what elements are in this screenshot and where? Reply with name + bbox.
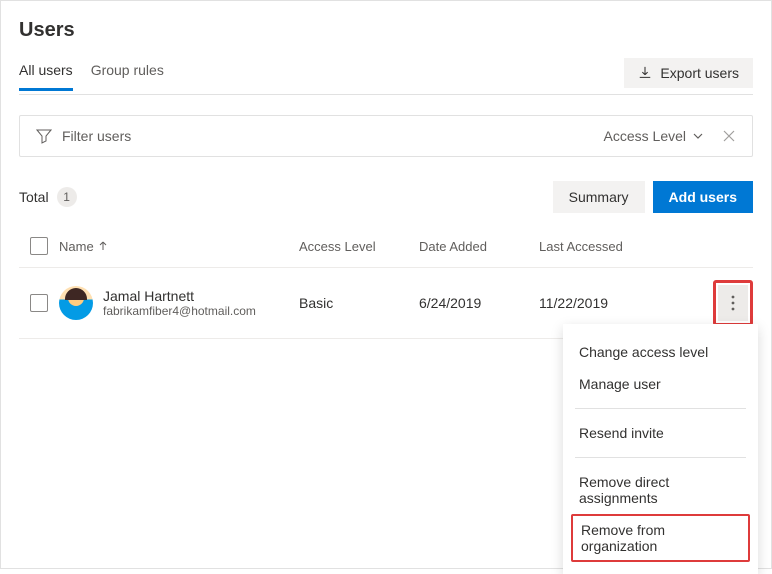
tab-group-rules[interactable]: Group rules [91, 62, 164, 91]
chevron-down-icon [692, 130, 704, 142]
user-name: Jamal Hartnett [103, 288, 256, 304]
column-last-accessed[interactable]: Last Accessed [539, 239, 659, 254]
users-table: Name Access Level Date Added Last Access… [19, 231, 753, 339]
menu-resend-invite[interactable]: Resend invite [563, 417, 758, 449]
row-checkbox[interactable] [30, 294, 48, 312]
filter-icon [36, 128, 52, 144]
download-icon [638, 66, 652, 80]
filter-bar: Filter users Access Level [19, 115, 753, 157]
access-level-label: Access Level [604, 128, 686, 144]
avatar [59, 286, 93, 320]
select-all-checkbox[interactable] [30, 237, 48, 255]
menu-remove-direct-assignments[interactable]: Remove direct assignments [563, 466, 758, 514]
page-title: Users [19, 19, 753, 42]
cell-last-accessed: 11/22/2019 [539, 295, 659, 311]
export-users-button[interactable]: Export users [624, 58, 753, 88]
column-date-added[interactable]: Date Added [419, 239, 539, 254]
tab-all-users[interactable]: All users [19, 62, 73, 91]
menu-separator [575, 408, 746, 409]
more-vertical-icon [731, 295, 735, 311]
cell-access-level: Basic [299, 295, 419, 311]
close-icon[interactable] [722, 129, 736, 143]
menu-remove-from-organization[interactable]: Remove from organization [571, 514, 750, 562]
context-menu: Change access level Manage user Resend i… [563, 324, 758, 574]
total-count-badge: 1 [57, 187, 77, 207]
menu-manage-user[interactable]: Manage user [563, 368, 758, 400]
table-header: Name Access Level Date Added Last Access… [19, 231, 753, 267]
user-email: fabrikamfiber4@hotmail.com [103, 304, 256, 318]
column-name-label: Name [59, 239, 94, 254]
filter-placeholder[interactable]: Filter users [62, 128, 131, 144]
sort-up-icon [98, 241, 108, 251]
summary-button[interactable]: Summary [553, 181, 645, 213]
more-actions-button[interactable] [718, 285, 748, 321]
column-name[interactable]: Name [59, 239, 108, 254]
export-users-label: Export users [660, 65, 739, 81]
menu-separator [575, 457, 746, 458]
cell-date-added: 6/24/2019 [419, 295, 539, 311]
column-access-level[interactable]: Access Level [299, 239, 419, 254]
total-label: Total [19, 189, 49, 205]
add-users-button[interactable]: Add users [653, 181, 753, 213]
access-level-dropdown[interactable]: Access Level [604, 128, 704, 144]
menu-change-access-level[interactable]: Change access level [563, 336, 758, 368]
total-row: Total 1 Summary Add users [19, 181, 753, 213]
tab-bar: All users Group rules Export users [19, 58, 753, 95]
